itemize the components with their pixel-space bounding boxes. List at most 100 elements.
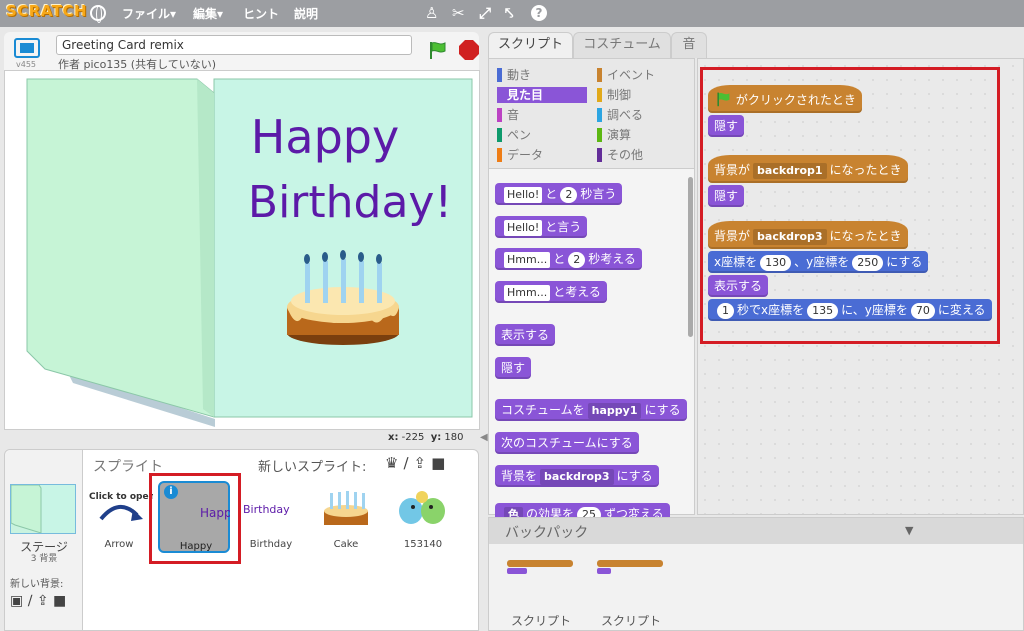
script-area[interactable]: がクリックされたとき 隠す 背景が backdrop1 になったとき 隠す 背景が b… — [697, 58, 1024, 515]
scissors-icon[interactable]: ✂ — [452, 4, 465, 22]
camera-icon[interactable]: ■ — [431, 454, 450, 472]
mouse-coordinates: x: -225 y: 180 — [388, 432, 464, 443]
menu-bar: SCRATCH ファイル▾ 編集▾ ヒント 説明 ♙ ✂ ⤢ ⤣ ? — [0, 0, 1024, 27]
birds-thumbnail — [399, 491, 445, 524]
shrink-icon[interactable]: ⤣ — [505, 4, 513, 22]
stamp-icon[interactable]: ♙ — [425, 4, 438, 22]
arrow-thumbnail: Click to open — [89, 492, 153, 521]
card-line1: Happy — [251, 110, 399, 164]
stage-thumbnail[interactable] — [10, 484, 76, 534]
block-say[interactable]: Hello! と言う — [495, 216, 588, 238]
backpack-header[interactable]: バックパック ▼ — [489, 518, 1023, 544]
sprites-label: スプライト — [93, 459, 163, 475]
category-pen[interactable]: ペン — [497, 127, 587, 143]
sprite-tile-birthday[interactable]: Birthday Birthday — [235, 481, 307, 553]
globe-icon[interactable] — [90, 5, 106, 23]
block-show[interactable]: 表示する — [708, 275, 769, 297]
scratch-logo[interactable]: SCRATCH — [6, 2, 87, 20]
stage-header: v455 作者 pico135 (共有していない) — [4, 32, 479, 71]
new-backdrop-label: 新しい背景: — [10, 579, 64, 590]
block-when-backdrop-switches[interactable]: 背景が backdrop3 になったとき — [708, 221, 908, 249]
version-label: v455 — [16, 60, 37, 69]
category-list: 動き 見た目 音 ペン データ イベント 制御 調べる 演算 その他 — [489, 59, 694, 169]
stage-canvas[interactable]: Happy Birthday! — [4, 70, 480, 430]
category-operators[interactable]: 演算 — [597, 127, 687, 143]
backpack-item-label: スクリプト — [511, 614, 572, 628]
paint-icon[interactable]: ∕ — [28, 593, 33, 609]
category-motion[interactable]: 動き — [497, 67, 587, 83]
backpack-item-label: スクリプト — [601, 614, 662, 628]
block-say-for-secs[interactable]: Hello! と 2 秒言う — [495, 183, 623, 205]
greeting-card-scene: Happy Birthday! — [5, 71, 479, 429]
tab-costumes[interactable]: コスチューム — [573, 32, 671, 58]
menu-tips[interactable]: ヒント — [243, 5, 279, 22]
card-line2: Birthday! — [248, 177, 452, 228]
sprite-name: Happy — [179, 541, 213, 552]
birthday-thumbnail: Birthday — [243, 503, 290, 516]
block-think-for-secs[interactable]: Hmm... と 2 秒考える — [495, 248, 642, 270]
category-events[interactable]: イベント — [597, 67, 687, 83]
block-glide[interactable]: 1 秒でx座標を 135 に、y座標を 70 に変える — [708, 299, 992, 321]
menu-edit[interactable]: 編集▾ — [193, 5, 223, 22]
tab-scripts[interactable]: スクリプト — [488, 32, 573, 58]
green-flag-icon[interactable] — [427, 40, 447, 60]
menu-about[interactable]: 説明 — [294, 5, 318, 22]
block-when-backdrop-switches[interactable]: 背景が backdrop1 になったとき — [708, 155, 908, 183]
paint-icon[interactable]: ∕ — [403, 454, 413, 472]
sprite-library-icon[interactable]: ♛ — [385, 454, 403, 472]
sprite-pane: ステージ 3 背景 新しい背景: ▣ ∕ ⇪ ■ スプライト 新しいスプライト:… — [4, 449, 479, 631]
block-when-flag-clicked[interactable]: がクリックされたとき — [708, 85, 862, 113]
block-next-costume[interactable]: 次のコスチュームにする — [495, 432, 639, 454]
backpack-script-thumbnail[interactable] — [507, 554, 577, 584]
grow-icon[interactable]: ⤢ — [479, 4, 491, 22]
block-palette: 動き 見た目 音 ペン データ イベント 制御 調べる 演算 その他 Hello… — [488, 58, 695, 525]
category-sensing[interactable]: 調べる — [597, 107, 687, 123]
category-control[interactable]: 制御 — [597, 87, 687, 103]
backpack-script-thumbnail[interactable] — [597, 554, 667, 584]
block-go-to-xy[interactable]: x座標を 130 、y座標を 250 にする — [708, 251, 929, 273]
new-sprite-label: 新しいスプライト: — [258, 460, 367, 475]
sprite-name: Cake — [333, 539, 359, 550]
sprite-tile-153140[interactable]: 153140 — [387, 481, 459, 553]
block-hide[interactable]: 隠す — [708, 115, 745, 137]
project-title-input[interactable] — [56, 35, 412, 55]
sprite-tile-arrow[interactable]: Click to open Arrow — [83, 481, 155, 553]
category-sound[interactable]: 音 — [497, 107, 587, 123]
sprite-tile-happy[interactable]: i Happy Happy — [158, 481, 230, 553]
category-looks[interactable]: 見た目 — [497, 87, 587, 103]
sprite-tile-cake[interactable]: Cake — [310, 481, 382, 553]
menu-file[interactable]: ファイル▾ — [122, 5, 176, 22]
upload-icon[interactable]: ⇪ — [414, 454, 432, 472]
image-icon[interactable]: ▣ — [10, 593, 23, 609]
palette-scrollbar[interactable] — [688, 177, 693, 337]
backdrop-tools: ▣ ∕ ⇪ ■ — [10, 593, 66, 609]
block-show[interactable]: 表示する — [495, 324, 556, 346]
stage-selector[interactable]: ステージ 3 背景 新しい背景: ▣ ∕ ⇪ ■ — [5, 450, 83, 630]
cake-thumbnail — [324, 491, 368, 525]
chevron-down-icon[interactable]: ▼ — [905, 524, 913, 537]
green-flag-icon — [717, 92, 730, 107]
happy-thumbnail: Happy — [200, 506, 230, 520]
help-icon[interactable]: ? — [531, 5, 547, 21]
category-more[interactable]: その他 — [597, 147, 687, 163]
presentation-mode-icon[interactable] — [14, 38, 40, 58]
new-sprite-tools: ♛∕⇪■ — [385, 454, 450, 472]
camera-icon[interactable]: ■ — [53, 593, 66, 609]
svg-text:Birthday: Birthday — [243, 503, 290, 516]
category-data[interactable]: データ — [497, 147, 587, 163]
stop-icon[interactable] — [459, 40, 479, 60]
backpack-title: バックパック — [505, 525, 589, 541]
block-hide[interactable]: 隠す — [708, 185, 745, 207]
block-think[interactable]: Hmm... と考える — [495, 281, 607, 303]
sprite-name: 153140 — [403, 539, 443, 550]
sprite-name: Birthday — [249, 539, 293, 550]
backpack: バックパック ▼ スクリプト スクリプト — [488, 517, 1024, 631]
block-switch-backdrop[interactable]: 背景を backdrop3 にする — [495, 465, 659, 487]
tab-sounds[interactable]: 音 — [671, 32, 707, 58]
block-hide[interactable]: 隠す — [495, 357, 532, 379]
svg-text:Click to open: Click to open — [89, 492, 153, 502]
block-switch-costume[interactable]: コスチュームを happy1 にする — [495, 399, 687, 421]
backdrop-count: 3 背景 — [30, 554, 58, 564]
upload-icon[interactable]: ⇪ — [37, 593, 49, 609]
sprite-name: Arrow — [104, 539, 134, 550]
